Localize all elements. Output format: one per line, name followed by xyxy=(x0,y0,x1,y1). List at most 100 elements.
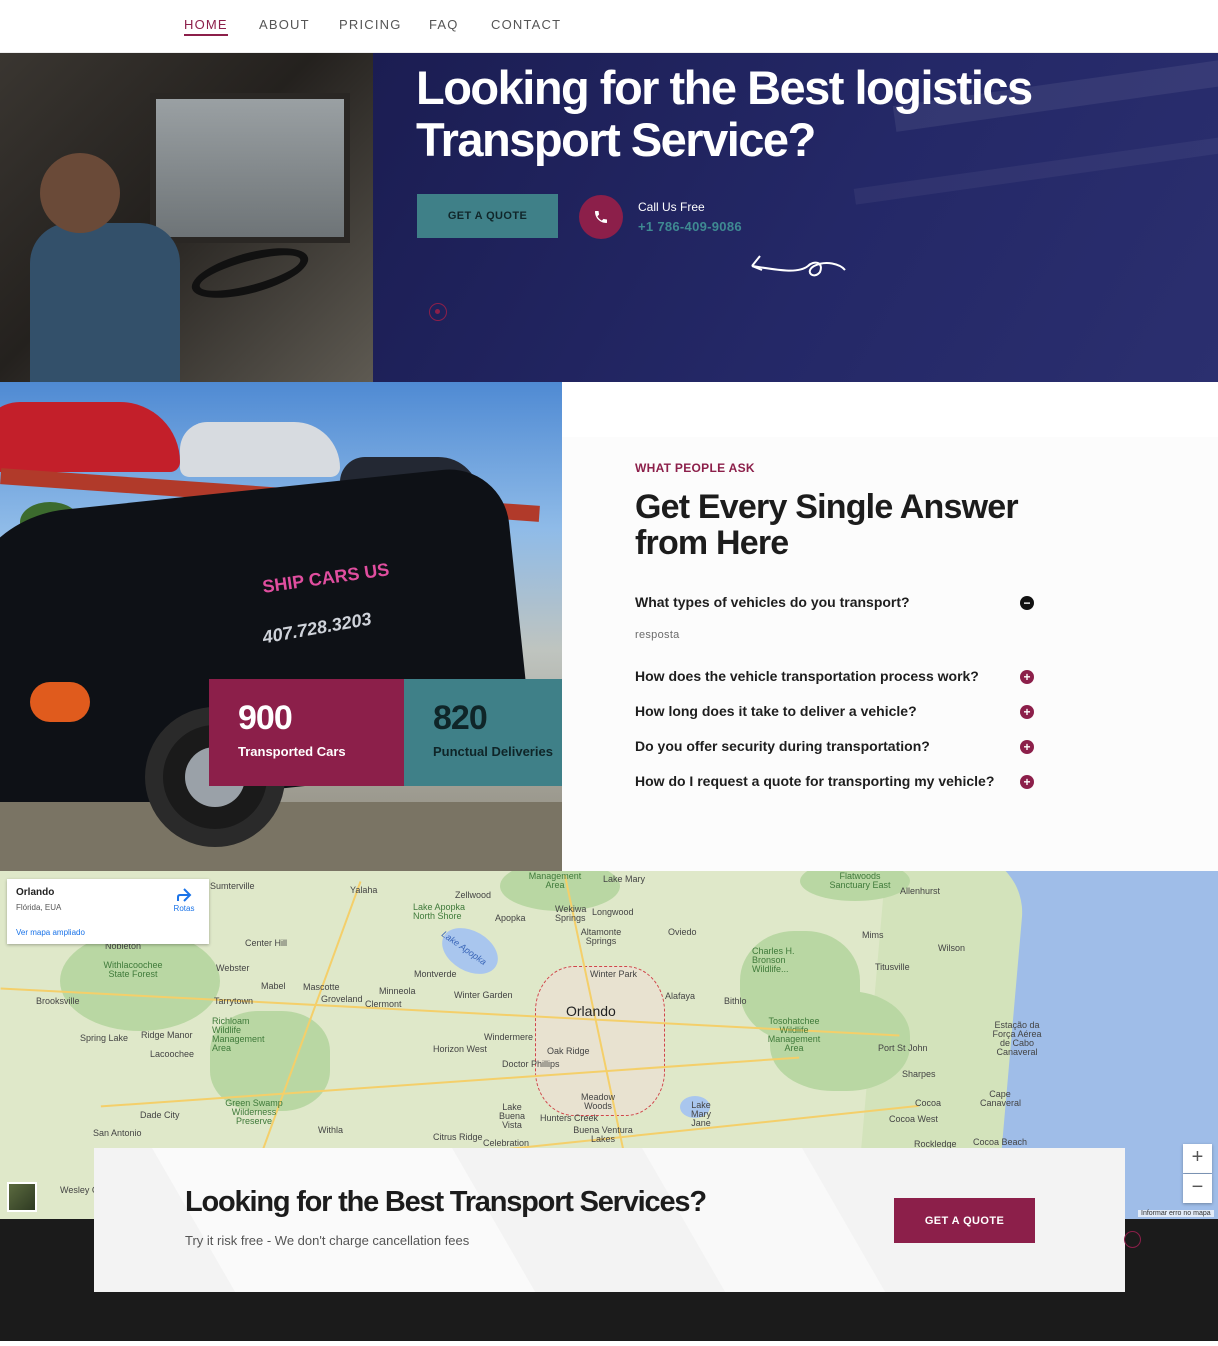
map-label: Sumterville xyxy=(210,881,255,891)
directions-icon xyxy=(177,888,192,902)
map-label: Lake Buena Vista xyxy=(498,1102,526,1130)
map-label: Apopka xyxy=(495,913,526,923)
map-label: Celebration xyxy=(483,1138,530,1148)
map-label: Groveland xyxy=(321,994,363,1004)
zoom-in-button[interactable]: + xyxy=(1183,1144,1212,1173)
map-label: Citrus Ridge xyxy=(433,1132,483,1142)
map-label: Montverde xyxy=(414,969,457,979)
map-label: Zellwood xyxy=(455,890,492,900)
map-label: Wesley C xyxy=(60,1185,99,1195)
map-label: Estação da Força Aérea de Cabo Canaveral xyxy=(992,1020,1042,1057)
map-label: Wekiwa Springs xyxy=(555,904,587,923)
cta-title: Looking for the Best Transport Services? xyxy=(185,1186,707,1218)
faq-question[interactable]: How do I request a quote for transportin… xyxy=(635,773,1035,789)
hero-driver-photo xyxy=(0,53,373,382)
expand-icon[interactable]: + xyxy=(1020,775,1034,789)
map-label: Oak Ridge xyxy=(547,1046,590,1056)
map-label: Brooksville xyxy=(36,996,80,1006)
report-map-error-link[interactable]: Informar erro no mapa xyxy=(1138,1210,1214,1217)
hero-slider-dot[interactable] xyxy=(429,303,447,321)
arrow-doodle-icon xyxy=(751,255,846,277)
map-label: Center Hill xyxy=(245,938,288,948)
map-label: Yalaha xyxy=(350,885,378,895)
cta-subtitle: Try it risk free - We don't charge cance… xyxy=(185,1233,470,1248)
map-label: Cocoa Beach xyxy=(973,1137,1028,1147)
faq-answer: resposta xyxy=(635,629,680,641)
collapse-icon[interactable]: − xyxy=(1020,596,1034,610)
map-label-orlando: Orlando xyxy=(566,1003,616,1019)
map-label: Dade City xyxy=(140,1110,180,1120)
faq-kicker: WHAT PEOPLE ASK xyxy=(635,461,755,475)
faq-question[interactable]: How long does it take to deliver a vehic… xyxy=(635,703,1035,719)
stat-transported-cars: 900 Transported Cars xyxy=(209,679,404,786)
map-place-subtitle: Flórida, EUA xyxy=(16,903,62,912)
nav-contact[interactable]: CONTACT xyxy=(491,17,561,32)
stat-label: Punctual Deliveries xyxy=(433,744,553,759)
nav-faq[interactable]: FAQ xyxy=(429,17,459,32)
map-label: Lake Mary xyxy=(603,874,646,884)
map-label: Titusville xyxy=(875,962,910,972)
faq-question[interactable]: How does the vehicle transportation proc… xyxy=(635,668,1035,684)
zoom-out-button[interactable]: − xyxy=(1183,1174,1212,1203)
map-label: Buena Ventura Lakes xyxy=(573,1125,633,1144)
map-label: Withlacoochee State Forest xyxy=(103,960,163,979)
map-label: Altamonte Springs xyxy=(580,927,622,946)
nav-about[interactable]: ABOUT xyxy=(259,17,310,32)
map-label: Mims xyxy=(862,930,884,940)
map-label: Windermere xyxy=(484,1032,534,1042)
map-label: Tarrytown xyxy=(214,996,254,1006)
phone-icon[interactable] xyxy=(579,195,623,239)
map-label: Cocoa West xyxy=(889,1114,938,1124)
map-label: Hunters Creek xyxy=(540,1113,599,1123)
map-label: Winter Garden xyxy=(454,990,513,1000)
map-label: Clermont xyxy=(365,999,402,1009)
map-label: Winter Park xyxy=(590,969,638,979)
map-label: Horizon West xyxy=(433,1044,487,1054)
stat-label: Transported Cars xyxy=(238,744,346,759)
map-place-card: Orlando Flórida, EUA Ver mapa ampliado R… xyxy=(7,879,209,944)
map-label: Lake Mary Jane xyxy=(691,1100,711,1128)
call-us-number[interactable]: +1 786-409-9086 xyxy=(638,219,742,234)
view-larger-map-link[interactable]: Ver mapa ampliado xyxy=(16,928,85,937)
directions-label: Rotas xyxy=(173,904,195,913)
stat-value: 900 xyxy=(238,699,293,737)
call-us-label: Call Us Free xyxy=(638,200,705,214)
map-label: Spring Lake xyxy=(80,1033,129,1043)
map-label: Port St John xyxy=(878,1043,928,1053)
nav-home[interactable]: HOME xyxy=(184,17,228,36)
map-label: Sharpes xyxy=(902,1069,936,1079)
map-label: Meadow Woods xyxy=(580,1092,616,1111)
tow-truck-photo: SHIP CARS US 407.728.3203 xyxy=(0,382,562,871)
map-label: Lake Apopka North Shore xyxy=(413,902,466,921)
satellite-toggle[interactable] xyxy=(7,1182,37,1212)
directions-button[interactable]: Rotas xyxy=(172,888,196,913)
map-label: Withla xyxy=(318,1125,344,1135)
scroll-top-dot[interactable] xyxy=(1124,1231,1141,1248)
map-label: Wilson xyxy=(938,943,966,953)
expand-icon[interactable]: + xyxy=(1020,670,1034,684)
stat-value: 820 xyxy=(433,699,488,737)
map-label: Minneola xyxy=(379,986,416,996)
map-label: Mabel xyxy=(261,981,286,991)
map-label: Charles H. Bronson Wildlife... xyxy=(752,946,795,974)
top-nav: HOME ABOUT PRICING FAQ CONTACT xyxy=(0,0,1218,53)
map-label: Longwood xyxy=(592,907,634,917)
map-label: San Antonio xyxy=(93,1128,142,1138)
map-label: Lacoochee xyxy=(150,1049,195,1059)
map-label: Green Swamp Wilderness Preserve xyxy=(225,1098,283,1126)
map-label: Management Area xyxy=(528,871,582,890)
page-bottom-strip xyxy=(0,1341,1218,1346)
faq-title: Get Every Single Answer from Here xyxy=(635,488,1019,562)
nav-pricing[interactable]: PRICING xyxy=(339,17,402,32)
map-label: Cocoa xyxy=(915,1098,942,1108)
map-label: Tosohatchee Wildlife Management Area xyxy=(767,1016,821,1053)
expand-icon[interactable]: + xyxy=(1020,740,1034,754)
cta-get-quote-button[interactable]: GET A QUOTE xyxy=(894,1198,1035,1243)
map-place-title: Orlando xyxy=(16,887,55,898)
map-label: Cape Canaveral xyxy=(980,1089,1022,1108)
faq-question[interactable]: What types of vehicles do you transport? xyxy=(635,594,1035,610)
map-label: Bithlo xyxy=(724,996,747,1006)
hero-get-quote-button[interactable]: GET A QUOTE xyxy=(417,194,558,238)
expand-icon[interactable]: + xyxy=(1020,705,1034,719)
faq-question[interactable]: Do you offer security during transportat… xyxy=(635,738,1035,754)
